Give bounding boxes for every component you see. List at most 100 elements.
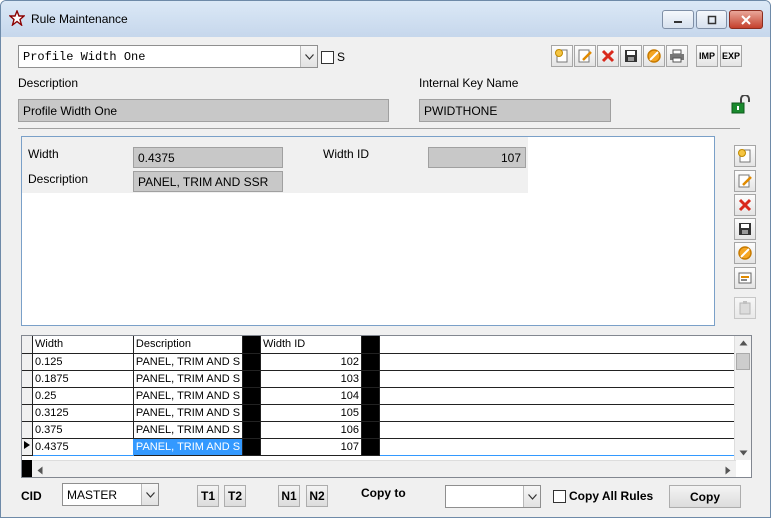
export-button[interactable]: EXP xyxy=(720,45,742,67)
column-spacer xyxy=(361,387,380,405)
minimize-button[interactable] xyxy=(662,10,694,29)
grid-empty-column xyxy=(379,336,751,354)
cell-width[interactable]: 0.3125 xyxy=(32,404,134,422)
delete-button[interactable] xyxy=(597,45,619,67)
close-icon xyxy=(741,14,751,25)
side-copy-button[interactable] xyxy=(734,267,756,289)
scroll-right-arrow-icon[interactable] xyxy=(725,466,731,475)
close-window-button[interactable] xyxy=(729,10,763,29)
grid-empty-cell xyxy=(379,370,751,388)
copy-to-label: Copy to xyxy=(361,486,406,500)
cell-width[interactable]: 0.1875 xyxy=(32,370,134,388)
table-row[interactable]: 0.25 PANEL, TRIM AND S 104 xyxy=(22,387,751,405)
maximize-icon xyxy=(707,15,716,24)
rule-select-value: Profile Width One xyxy=(23,49,146,64)
cell-width[interactable]: 0.125 xyxy=(32,353,134,371)
delete-icon xyxy=(601,49,615,63)
cell-width-id[interactable]: 103 xyxy=(260,370,362,388)
grid-horizontal-scrollbar[interactable] xyxy=(32,460,736,477)
column-header-width-id[interactable]: Width ID xyxy=(260,336,362,354)
row-header[interactable] xyxy=(22,421,33,439)
row-header-current[interactable] xyxy=(22,438,33,456)
row-header[interactable] xyxy=(22,387,33,405)
star-app-icon xyxy=(9,10,25,26)
window-title: Rule Maintenance xyxy=(31,12,128,26)
cell-width-id[interactable]: 102 xyxy=(260,353,362,371)
new-button[interactable] xyxy=(551,45,573,67)
side-new-button[interactable] xyxy=(734,145,756,167)
t2-button[interactable]: T2 xyxy=(224,485,246,507)
copy-to-select[interactable] xyxy=(445,485,541,508)
n1-button[interactable]: N1 xyxy=(278,485,300,507)
table-row[interactable]: 0.3125 PANEL, TRIM AND S 105 xyxy=(22,404,751,422)
description-value: Profile Width One xyxy=(23,103,118,118)
cell-description[interactable]: PANEL, TRIM AND S xyxy=(133,404,244,422)
cancel-button[interactable] xyxy=(643,45,665,67)
chevron-down-icon[interactable] xyxy=(523,486,540,507)
column-header-width[interactable]: Width xyxy=(32,336,134,354)
width-grid[interactable]: Width Description Width ID 0.125 PANEL, … xyxy=(21,335,752,478)
column-spacer xyxy=(242,336,262,354)
rule-select[interactable]: Profile Width One xyxy=(18,45,318,68)
column-header-description[interactable]: Description xyxy=(133,336,244,354)
cell-width[interactable]: 0.375 xyxy=(32,421,134,439)
cell-width-id[interactable]: 107 xyxy=(260,438,362,456)
cancel-icon xyxy=(738,246,752,260)
t1-button[interactable]: T1 xyxy=(197,485,219,507)
detail-description-field[interactable]: PANEL, TRIM AND SSR xyxy=(133,171,283,192)
cell-width[interactable]: 0.25 xyxy=(32,387,134,405)
cell-description[interactable]: PANEL, TRIM AND S xyxy=(133,370,244,388)
cell-width[interactable]: 0.4375 xyxy=(32,437,134,456)
side-save-button[interactable] xyxy=(734,218,756,240)
scroll-up-arrow-icon[interactable] xyxy=(739,340,748,346)
column-spacer xyxy=(242,387,262,405)
scroll-down-arrow-icon[interactable] xyxy=(739,450,748,456)
printer-icon xyxy=(670,49,684,63)
copy-all-rules-checkbox[interactable] xyxy=(553,490,566,503)
table-row[interactable]: 0.1875 PANEL, TRIM AND S 103 xyxy=(22,370,751,388)
row-header[interactable] xyxy=(22,353,33,371)
cell-width-id[interactable]: 104 xyxy=(260,387,362,405)
edit-icon xyxy=(738,174,752,188)
scroll-thumb[interactable] xyxy=(736,353,750,370)
cid-select[interactable]: MASTER xyxy=(62,483,159,506)
side-cancel-button[interactable] xyxy=(734,242,756,264)
import-button[interactable]: IMP xyxy=(696,45,718,67)
cell-width-id[interactable]: 106 xyxy=(260,421,362,439)
side-delete-button[interactable] xyxy=(734,194,756,216)
save-button[interactable] xyxy=(620,45,642,67)
internal-key-field[interactable]: PWIDTHONE xyxy=(419,99,611,122)
cell-description[interactable]: PANEL, TRIM AND S xyxy=(133,353,244,371)
edit-button[interactable] xyxy=(574,45,596,67)
unlock-button[interactable] xyxy=(730,94,752,115)
table-row[interactable]: 0.375 PANEL, TRIM AND S 106 xyxy=(22,421,751,439)
grid-vertical-scrollbar[interactable] xyxy=(734,336,751,460)
side-edit-button[interactable] xyxy=(734,170,756,192)
s-checkbox[interactable] xyxy=(321,51,334,64)
scroll-left-arrow-icon[interactable] xyxy=(37,466,43,475)
cell-description[interactable]: PANEL, TRIM AND S xyxy=(133,438,244,456)
cell-description[interactable]: PANEL, TRIM AND S xyxy=(133,387,244,405)
width-table: Width Description Width ID 0.125 PANEL, … xyxy=(22,336,751,456)
chevron-down-icon[interactable] xyxy=(300,46,317,67)
table-row-selected[interactable]: 0.4375 PANEL, TRIM AND S 107 xyxy=(22,437,751,456)
width-id-field[interactable]: 107 xyxy=(428,147,526,168)
table-row[interactable]: 0.125 PANEL, TRIM AND S 102 xyxy=(22,353,751,371)
chevron-down-icon[interactable] xyxy=(141,484,158,505)
copy-button[interactable]: Copy xyxy=(669,485,741,508)
description-field[interactable]: Profile Width One xyxy=(18,99,389,122)
maximize-button[interactable] xyxy=(696,10,727,29)
delete-icon xyxy=(738,198,752,212)
column-spacer xyxy=(242,421,262,439)
side-paste-button[interactable] xyxy=(734,297,756,319)
row-header[interactable] xyxy=(22,404,33,422)
row-header[interactable] xyxy=(22,370,33,388)
cell-description[interactable]: PANEL, TRIM AND S xyxy=(133,421,244,439)
cell-width-id[interactable]: 105 xyxy=(260,404,362,422)
column-spacer xyxy=(242,370,262,388)
title-bar[interactable]: Rule Maintenance xyxy=(1,1,770,37)
n2-button[interactable]: N2 xyxy=(306,485,328,507)
new-document-icon xyxy=(738,149,751,163)
width-field[interactable]: 0.4375 xyxy=(133,147,283,168)
print-button[interactable] xyxy=(666,45,688,67)
